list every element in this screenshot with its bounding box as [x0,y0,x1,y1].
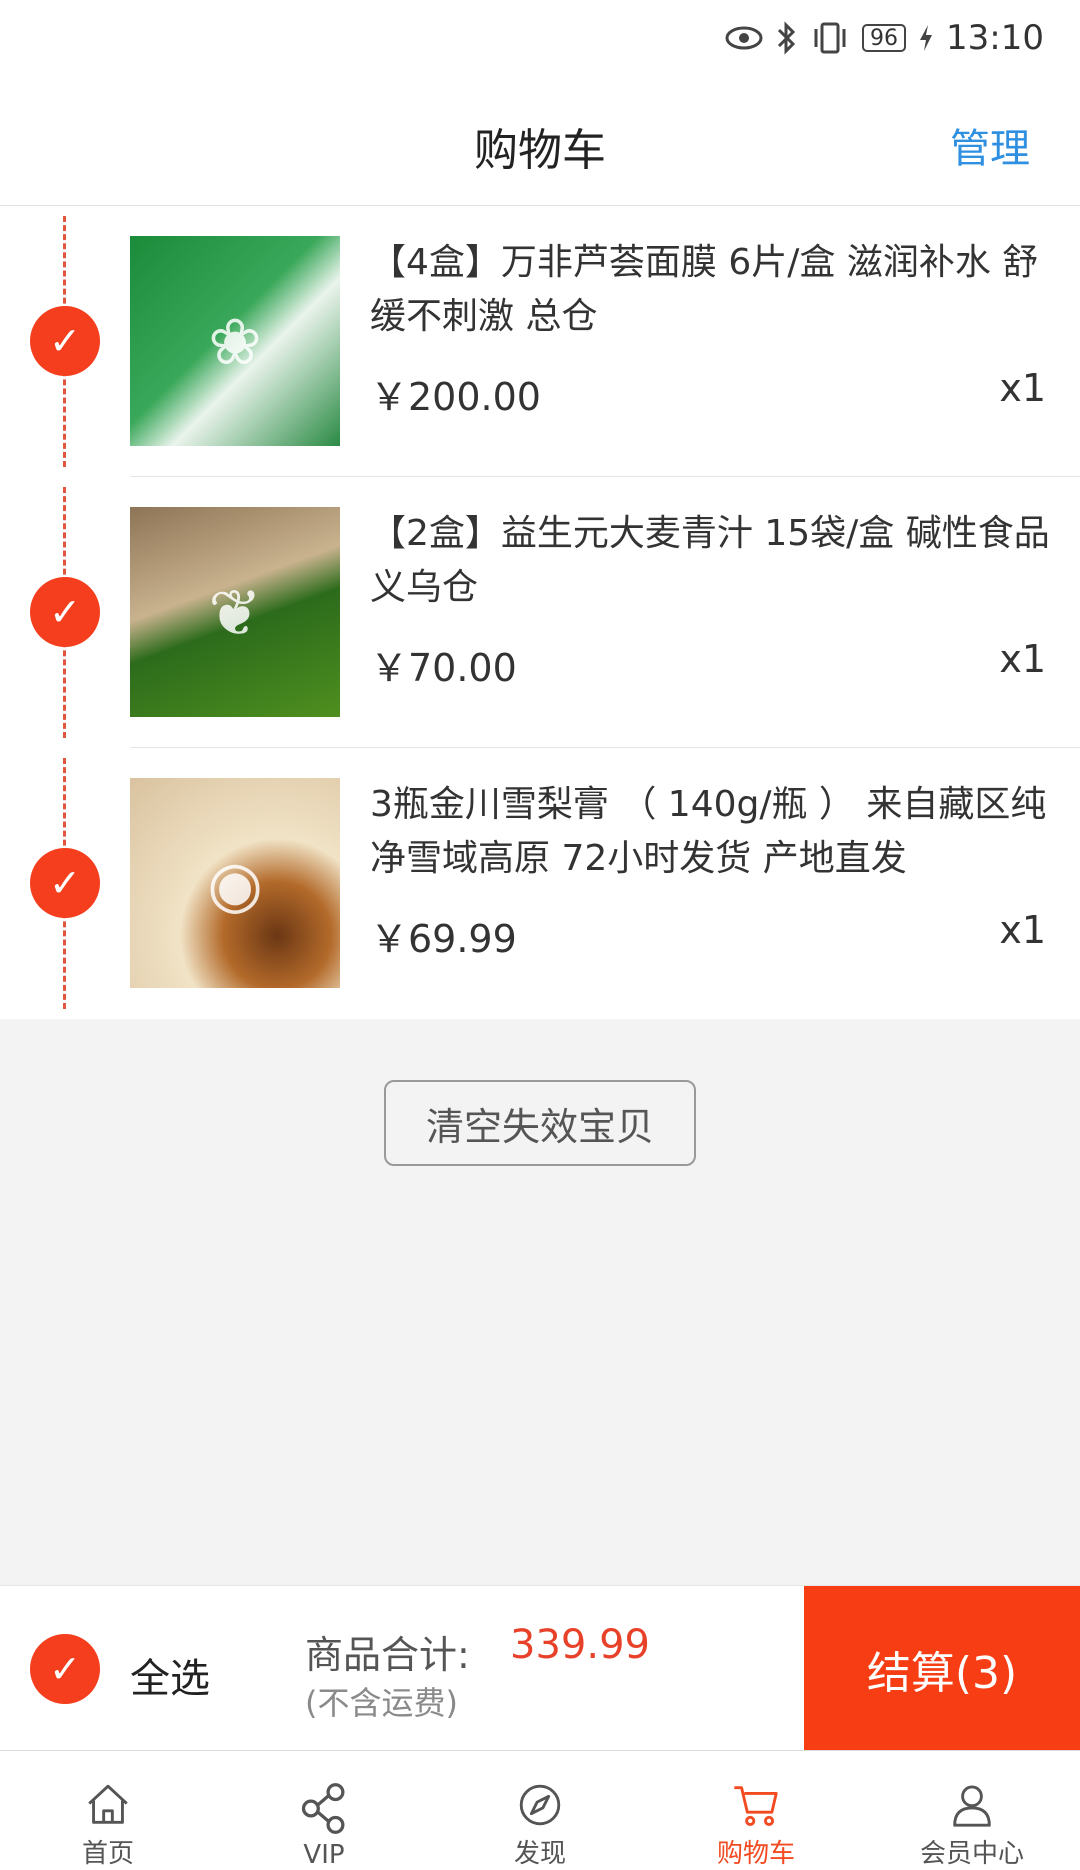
cart-item[interactable]: ✓ ❀ 【4盒】万非芦荟面膜 6片/盒 滋润补水 舒缓不刺激 总仓 ￥200.0… [0,206,1080,477]
checkmark-icon: ✓ [49,861,81,905]
checkout-button[interactable]: 结算(3) [804,1586,1080,1751]
product-image[interactable]: ◉ [130,778,340,988]
tab-label: 首页 [81,1839,134,1869]
select-all-checkbox[interactable]: ✓ [30,1634,100,1704]
tab-label: VIP [303,1840,345,1870]
compass-icon [519,1784,561,1826]
item-checkbox[interactable]: ✓ [30,848,100,918]
product-price: ￥69.99 [370,917,517,961]
manage-button[interactable]: 管理 [950,116,1030,174]
page-title: 购物车 [474,125,606,176]
tab-cart[interactable]: 购物车 [648,1751,864,1870]
clock: 13:10 [946,18,1044,58]
checkmark-icon: ✓ [49,590,81,634]
checkout-bar: ✓ 全选 商品合计: 339.99 (不含运费) 结算(3) [0,1585,1080,1751]
product-price: ￥200.00 [370,375,541,419]
total-label: 商品合计: [305,1633,470,1677]
product-price: ￥70.00 [370,646,517,690]
product-quantity: x1 [999,908,1046,952]
tab-label: 购物车 [716,1839,795,1869]
bottom-tab-bar: 首页 VIP 发现 购物车 会员中心 [0,1750,1080,1870]
tab-discover[interactable]: 发现 [432,1751,648,1870]
vibrate-icon [814,22,846,54]
tab-vip[interactable]: VIP [216,1751,432,1870]
product-image[interactable]: ❦ [130,507,340,717]
home-icon [88,1784,128,1824]
checkmark-icon: ✓ [49,1647,81,1691]
eye-icon [725,26,763,50]
glass-icon: ❦ [208,577,262,651]
cart-item[interactable]: ✓ ❦ 【2盒】益生元大麦青汁 15袋/盒 碱性食品 义乌仓 ￥70.00 x1 [0,477,1080,748]
user-icon [953,1785,991,1827]
charging-icon [920,25,933,51]
battery-level: 96 [870,25,899,51]
cart-item[interactable]: ✓ ◉ 3瓶金川雪梨膏 （ 140g/瓶 ） 来自藏区纯净雪域高原 72小时发货… [0,748,1080,1019]
tab-label: 会员中心 [919,1839,1024,1869]
product-name[interactable]: 【2盒】益生元大麦青汁 15袋/盒 碱性食品 义乌仓 [370,507,1050,615]
product-image[interactable]: ❀ [130,236,340,446]
tab-home[interactable]: 首页 [0,1751,216,1870]
share-icon [301,1783,345,1834]
cart-icon [734,1786,778,1826]
item-checkbox[interactable]: ✓ [30,577,100,647]
face-mask-icon: ❀ [208,306,262,380]
bluetooth-icon [777,21,796,55]
checkmark-icon: ✓ [49,319,81,363]
product-name[interactable]: 3瓶金川雪梨膏 （ 140g/瓶 ） 来自藏区纯净雪域高原 72小时发货 产地直… [370,778,1050,886]
select-all-label[interactable]: 全选 [130,1646,210,1704]
jar-icon: ◉ [207,848,263,922]
clear-invalid-button[interactable]: 清空失效宝贝 [384,1080,696,1166]
cart-list: ✓ ❀ 【4盒】万非芦荟面膜 6片/盒 滋润补水 舒缓不刺激 总仓 ￥200.0… [0,206,1080,1019]
battery-icon: 96 [862,24,907,52]
shipping-note: (不含运费) [305,1684,458,1722]
status-bar: 96 13:10 [0,0,1080,76]
product-quantity: x1 [999,637,1046,681]
page-header: 购物车 管理 [0,76,1080,206]
total-value: 339.99 [510,1622,650,1668]
product-name[interactable]: 【4盒】万非芦荟面膜 6片/盒 滋润补水 舒缓不刺激 总仓 [370,236,1050,344]
item-checkbox[interactable]: ✓ [30,306,100,376]
tab-label: 发现 [513,1839,566,1869]
tab-member-center[interactable]: 会员中心 [864,1751,1080,1870]
product-quantity: x1 [999,366,1046,410]
